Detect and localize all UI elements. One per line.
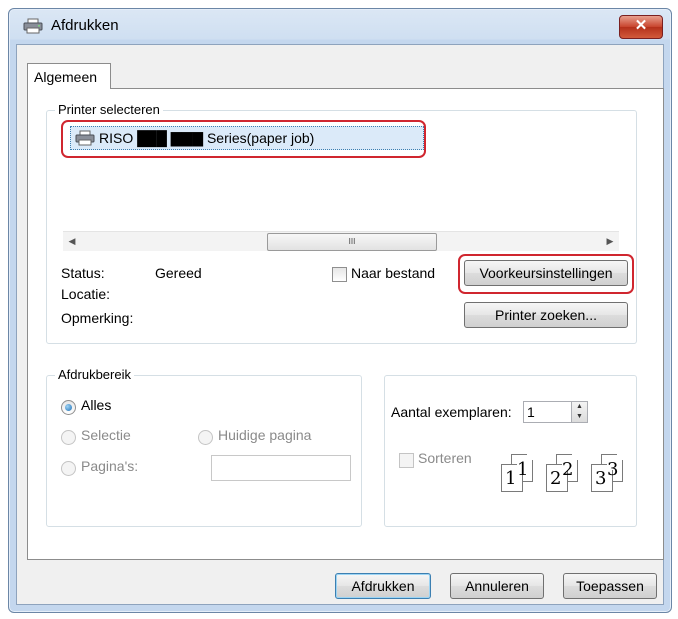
printer-select-group: Printer selecteren RISO ███ ▇▇▇ Series(p… — [46, 102, 637, 344]
spin-up-icon[interactable]: ▲ — [572, 402, 587, 412]
copies-group: Aantal exemplaren: 1 ▲ ▼ Sorteren 1 1 2 … — [384, 375, 637, 527]
title-bar[interactable]: Afdrukken ✕ — [9, 9, 671, 43]
all-label[interactable]: Alles — [81, 397, 111, 413]
cancel-button[interactable]: Annuleren — [450, 573, 544, 599]
copies-spinner[interactable]: ▲ ▼ — [571, 401, 588, 423]
selection-label[interactable]: Selectie — [81, 427, 131, 443]
print-to-file-checkbox[interactable] — [332, 267, 347, 282]
printer-highlight-frame — [61, 120, 426, 158]
comment-label: Opmerking: — [61, 310, 134, 326]
scroll-left-icon[interactable]: ◀ — [63, 232, 81, 251]
scroll-right-icon[interactable]: ▶ — [601, 232, 619, 251]
copies-input[interactable]: 1 — [523, 401, 573, 423]
tab-general[interactable]: Algemeen — [27, 63, 111, 89]
printer-group-label: Printer selecteren — [55, 102, 163, 117]
pages-label[interactable]: Pagina's: — [81, 458, 138, 474]
current-page-label[interactable]: Huidige pagina — [218, 427, 311, 443]
page-number: 3 — [607, 459, 619, 480]
window-title: Afdrukken — [51, 17, 119, 34]
radio-pages[interactable] — [61, 461, 76, 476]
spin-down-icon[interactable]: ▼ — [572, 412, 587, 422]
status-value: Gereed — [155, 265, 202, 281]
page-number: 2 — [562, 459, 574, 480]
printer-icon — [23, 18, 43, 34]
dialog-body: Algemeen Printer selecteren RISO ███ ▇▇▇… — [16, 44, 664, 605]
location-label: Locatie: — [61, 286, 111, 302]
printer-list-scrollbar[interactable]: ◀ III ▶ — [63, 231, 619, 251]
print-range-group: Afdrukbereik Alles Selectie Huidige pagi… — [46, 367, 362, 527]
status-label: Status: — [61, 265, 105, 281]
close-button[interactable]: ✕ — [619, 15, 663, 39]
print-dialog: Afdrukken ✕ Algemeen Printer selecteren … — [8, 8, 672, 613]
page-number: 1 — [505, 468, 517, 489]
apply-button[interactable]: Toepassen — [563, 573, 657, 599]
collate-icon: 1 1 2 2 3 3 — [501, 454, 631, 498]
print-button[interactable]: Afdrukken — [335, 573, 431, 599]
copies-label: Aantal exemplaren: — [391, 404, 512, 420]
page-number: 3 — [595, 468, 607, 489]
radio-selection[interactable] — [61, 430, 76, 445]
pages-input[interactable] — [211, 455, 351, 481]
radio-current-page[interactable] — [198, 430, 213, 445]
collate-label[interactable]: Sorteren — [418, 450, 472, 466]
page-number: 2 — [550, 468, 562, 489]
collate-checkbox[interactable] — [399, 453, 414, 468]
find-printer-button[interactable]: Printer zoeken... — [464, 302, 628, 328]
tab-panel-general: Printer selecteren RISO ███ ▇▇▇ Series(p… — [27, 88, 664, 560]
page-number: 1 — [517, 459, 529, 480]
radio-all[interactable] — [61, 400, 76, 415]
print-range-label: Afdrukbereik — [55, 367, 134, 382]
scroll-thumb[interactable]: III — [267, 233, 437, 251]
print-to-file-label[interactable]: Naar bestand — [351, 265, 435, 281]
preferences-highlight-frame — [458, 254, 634, 294]
